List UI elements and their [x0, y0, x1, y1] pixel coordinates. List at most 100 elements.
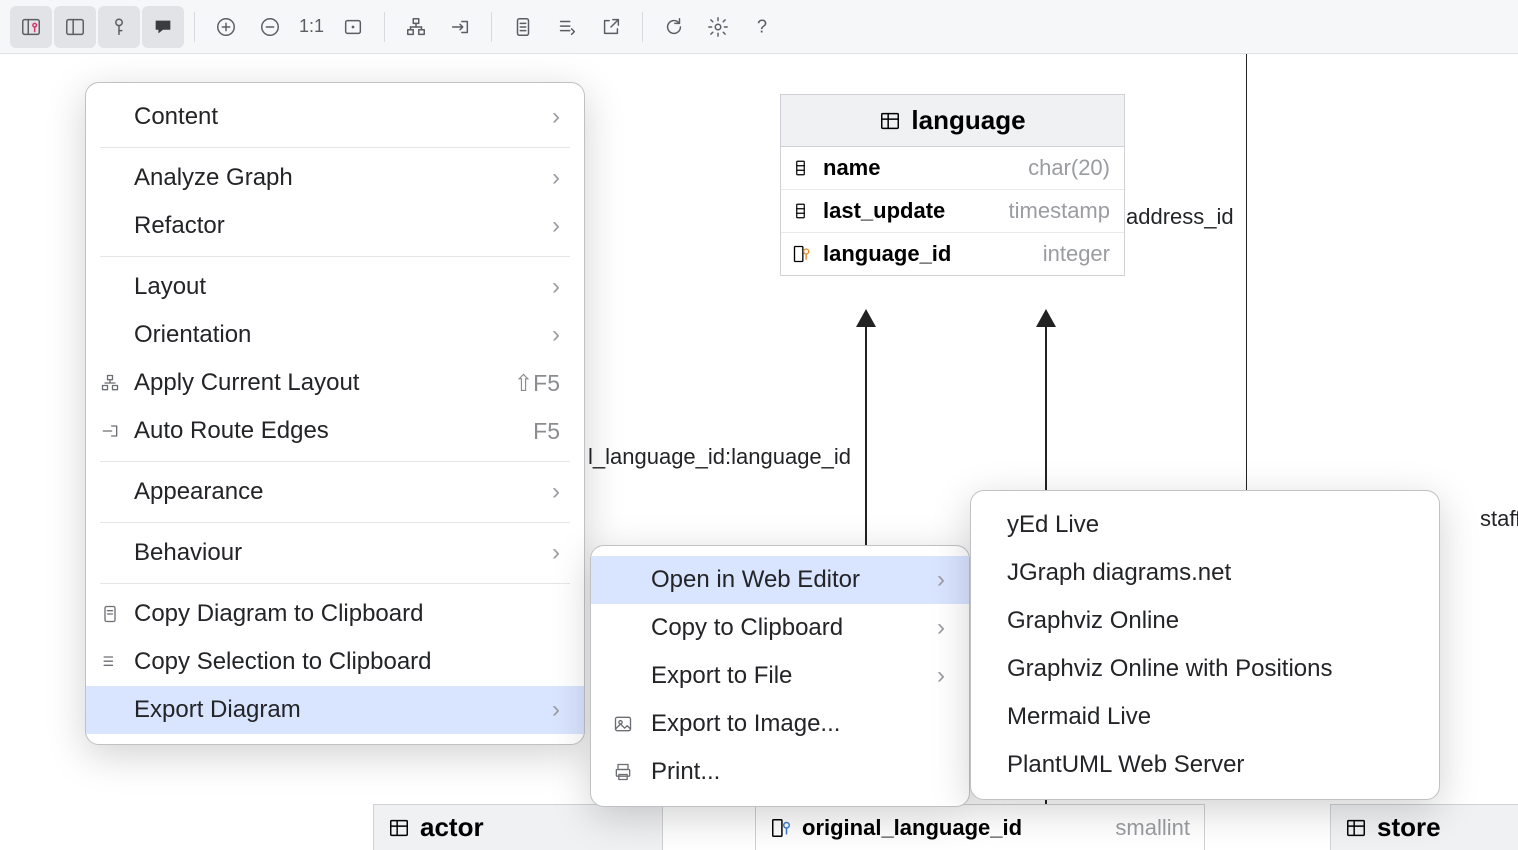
menu-label: Export to Image...	[651, 710, 840, 738]
menu-copy-selection[interactable]: Copy Selection to Clipboard	[86, 638, 584, 686]
selection-list-icon[interactable]	[546, 6, 588, 48]
menu-separator	[100, 147, 570, 148]
menu-label: Mermaid Live	[1007, 703, 1151, 731]
menu-jgraph[interactable]: JGraph diagrams.net	[971, 549, 1439, 597]
chevron-right-icon: ›	[552, 321, 560, 349]
print-icon	[611, 760, 635, 784]
chevron-right-icon: ›	[552, 539, 560, 567]
edge-label: l_language_id:language_id	[588, 444, 851, 470]
key-column-icon	[791, 244, 813, 264]
column-icon	[791, 159, 813, 177]
zoom-in-icon[interactable]	[205, 6, 247, 48]
menu-auto-route[interactable]: Auto Route Edges F5	[86, 407, 584, 455]
settings-icon[interactable]	[697, 6, 739, 48]
panel-split-icon[interactable]	[54, 6, 96, 48]
menu-open-web-editor[interactable]: Open in Web Editor ›	[591, 556, 969, 604]
menu-content[interactable]: Content ›	[86, 93, 584, 141]
menu-separator	[100, 461, 570, 462]
selection-list-icon	[98, 650, 122, 674]
menu-graphviz-positions[interactable]: Graphviz Online with Positions	[971, 645, 1439, 693]
column-type: char(20)	[1028, 155, 1110, 181]
menu-label: Auto Route Edges	[134, 417, 329, 445]
entity-row[interactable]: language_id integer	[781, 233, 1124, 275]
table-icon	[879, 110, 901, 132]
menu-orientation[interactable]: Orientation ›	[86, 311, 584, 359]
zoom-out-icon[interactable]	[249, 6, 291, 48]
open-external-icon[interactable]	[590, 6, 632, 48]
menu-mermaid[interactable]: Mermaid Live	[971, 693, 1439, 741]
column-name: last_update	[823, 198, 999, 224]
entity-language[interactable]: language name char(20) last_update times…	[780, 94, 1125, 276]
table-icon	[1345, 817, 1367, 839]
menu-apply-layout[interactable]: Apply Current Layout ⇧F5	[86, 359, 584, 407]
menu-label: Content	[134, 103, 218, 131]
route-edges-icon[interactable]	[439, 6, 481, 48]
refresh-icon[interactable]	[653, 6, 695, 48]
entity-actor-partial[interactable]: actor	[373, 804, 663, 850]
column-type: integer	[1043, 241, 1110, 267]
menu-label: Graphviz Online	[1007, 607, 1179, 635]
entity-store-partial[interactable]: store	[1330, 804, 1518, 850]
menu-separator	[100, 522, 570, 523]
fit-content-icon[interactable]	[332, 6, 374, 48]
menu-label: Open in Web Editor	[651, 566, 860, 594]
document-icon[interactable]	[502, 6, 544, 48]
column-icon	[791, 202, 813, 220]
entity-row[interactable]: last_update timestamp	[781, 190, 1124, 233]
menu-refactor[interactable]: Refactor ›	[86, 202, 584, 250]
chevron-right-icon: ›	[937, 566, 945, 594]
menu-plantuml[interactable]: PlantUML Web Server	[971, 741, 1439, 789]
menu-label: Apply Current Layout	[134, 369, 359, 397]
menu-label: Export Diagram	[134, 696, 301, 724]
comment-icon[interactable]	[142, 6, 184, 48]
relation-line	[1246, 54, 1247, 494]
chevron-right-icon: ›	[552, 103, 560, 131]
menu-label: Export to File	[651, 662, 792, 690]
column-type: smallint	[1115, 815, 1190, 841]
edge-label: staff_	[1480, 506, 1518, 532]
menu-label: yEd Live	[1007, 511, 1099, 539]
menu-label: Layout	[134, 273, 206, 301]
entity-header: language	[781, 95, 1124, 147]
chevron-right-icon: ›	[937, 614, 945, 642]
menu-copy-clipboard[interactable]: Copy to Clipboard ›	[591, 604, 969, 652]
separator	[642, 12, 643, 42]
menu-appearance[interactable]: Appearance ›	[86, 468, 584, 516]
menu-graphviz[interactable]: Graphviz Online	[971, 597, 1439, 645]
menu-layout[interactable]: Layout ›	[86, 263, 584, 311]
menu-yed-live[interactable]: yEd Live	[971, 501, 1439, 549]
chevron-right-icon: ›	[552, 478, 560, 506]
layout-tree-icon	[98, 371, 122, 395]
zoom-reset-button[interactable]: 1:1	[293, 6, 330, 48]
layout-tree-icon[interactable]	[395, 6, 437, 48]
context-menu: Content › Analyze Graph › Refactor › Lay…	[85, 82, 585, 745]
menu-export-diagram[interactable]: Export Diagram ›	[86, 686, 584, 734]
help-icon[interactable]: ?	[741, 6, 783, 48]
menu-label: Copy to Clipboard	[651, 614, 843, 642]
menu-export-file[interactable]: Export to File ›	[591, 652, 969, 700]
menu-export-image[interactable]: Export to Image...	[591, 700, 969, 748]
panel-left-key-icon[interactable]	[10, 6, 52, 48]
menu-separator	[100, 256, 570, 257]
menu-copy-diagram[interactable]: Copy Diagram to Clipboard	[86, 590, 584, 638]
entity-row-partial[interactable]: original_language_id smallint	[755, 804, 1205, 850]
menu-shortcut: ⇧F5	[514, 370, 560, 397]
key-icon[interactable]	[98, 6, 140, 48]
chevron-right-icon: ›	[552, 212, 560, 240]
menu-label: JGraph diagrams.net	[1007, 559, 1231, 587]
image-icon	[611, 712, 635, 736]
column-name: original_language_id	[802, 815, 1022, 841]
chevron-right-icon: ›	[552, 696, 560, 724]
relation-arrowhead	[1036, 309, 1056, 327]
entity-title: store	[1377, 812, 1441, 843]
menu-behaviour[interactable]: Behaviour ›	[86, 529, 584, 577]
separator	[384, 12, 385, 42]
menu-print[interactable]: Print...	[591, 748, 969, 796]
document-icon	[98, 602, 122, 626]
menu-analyze-graph[interactable]: Analyze Graph ›	[86, 154, 584, 202]
entity-title: actor	[420, 812, 484, 843]
separator	[491, 12, 492, 42]
entity-row[interactable]: name char(20)	[781, 147, 1124, 190]
menu-label: Graphviz Online with Positions	[1007, 655, 1332, 683]
menu-label: Copy Diagram to Clipboard	[134, 600, 423, 628]
